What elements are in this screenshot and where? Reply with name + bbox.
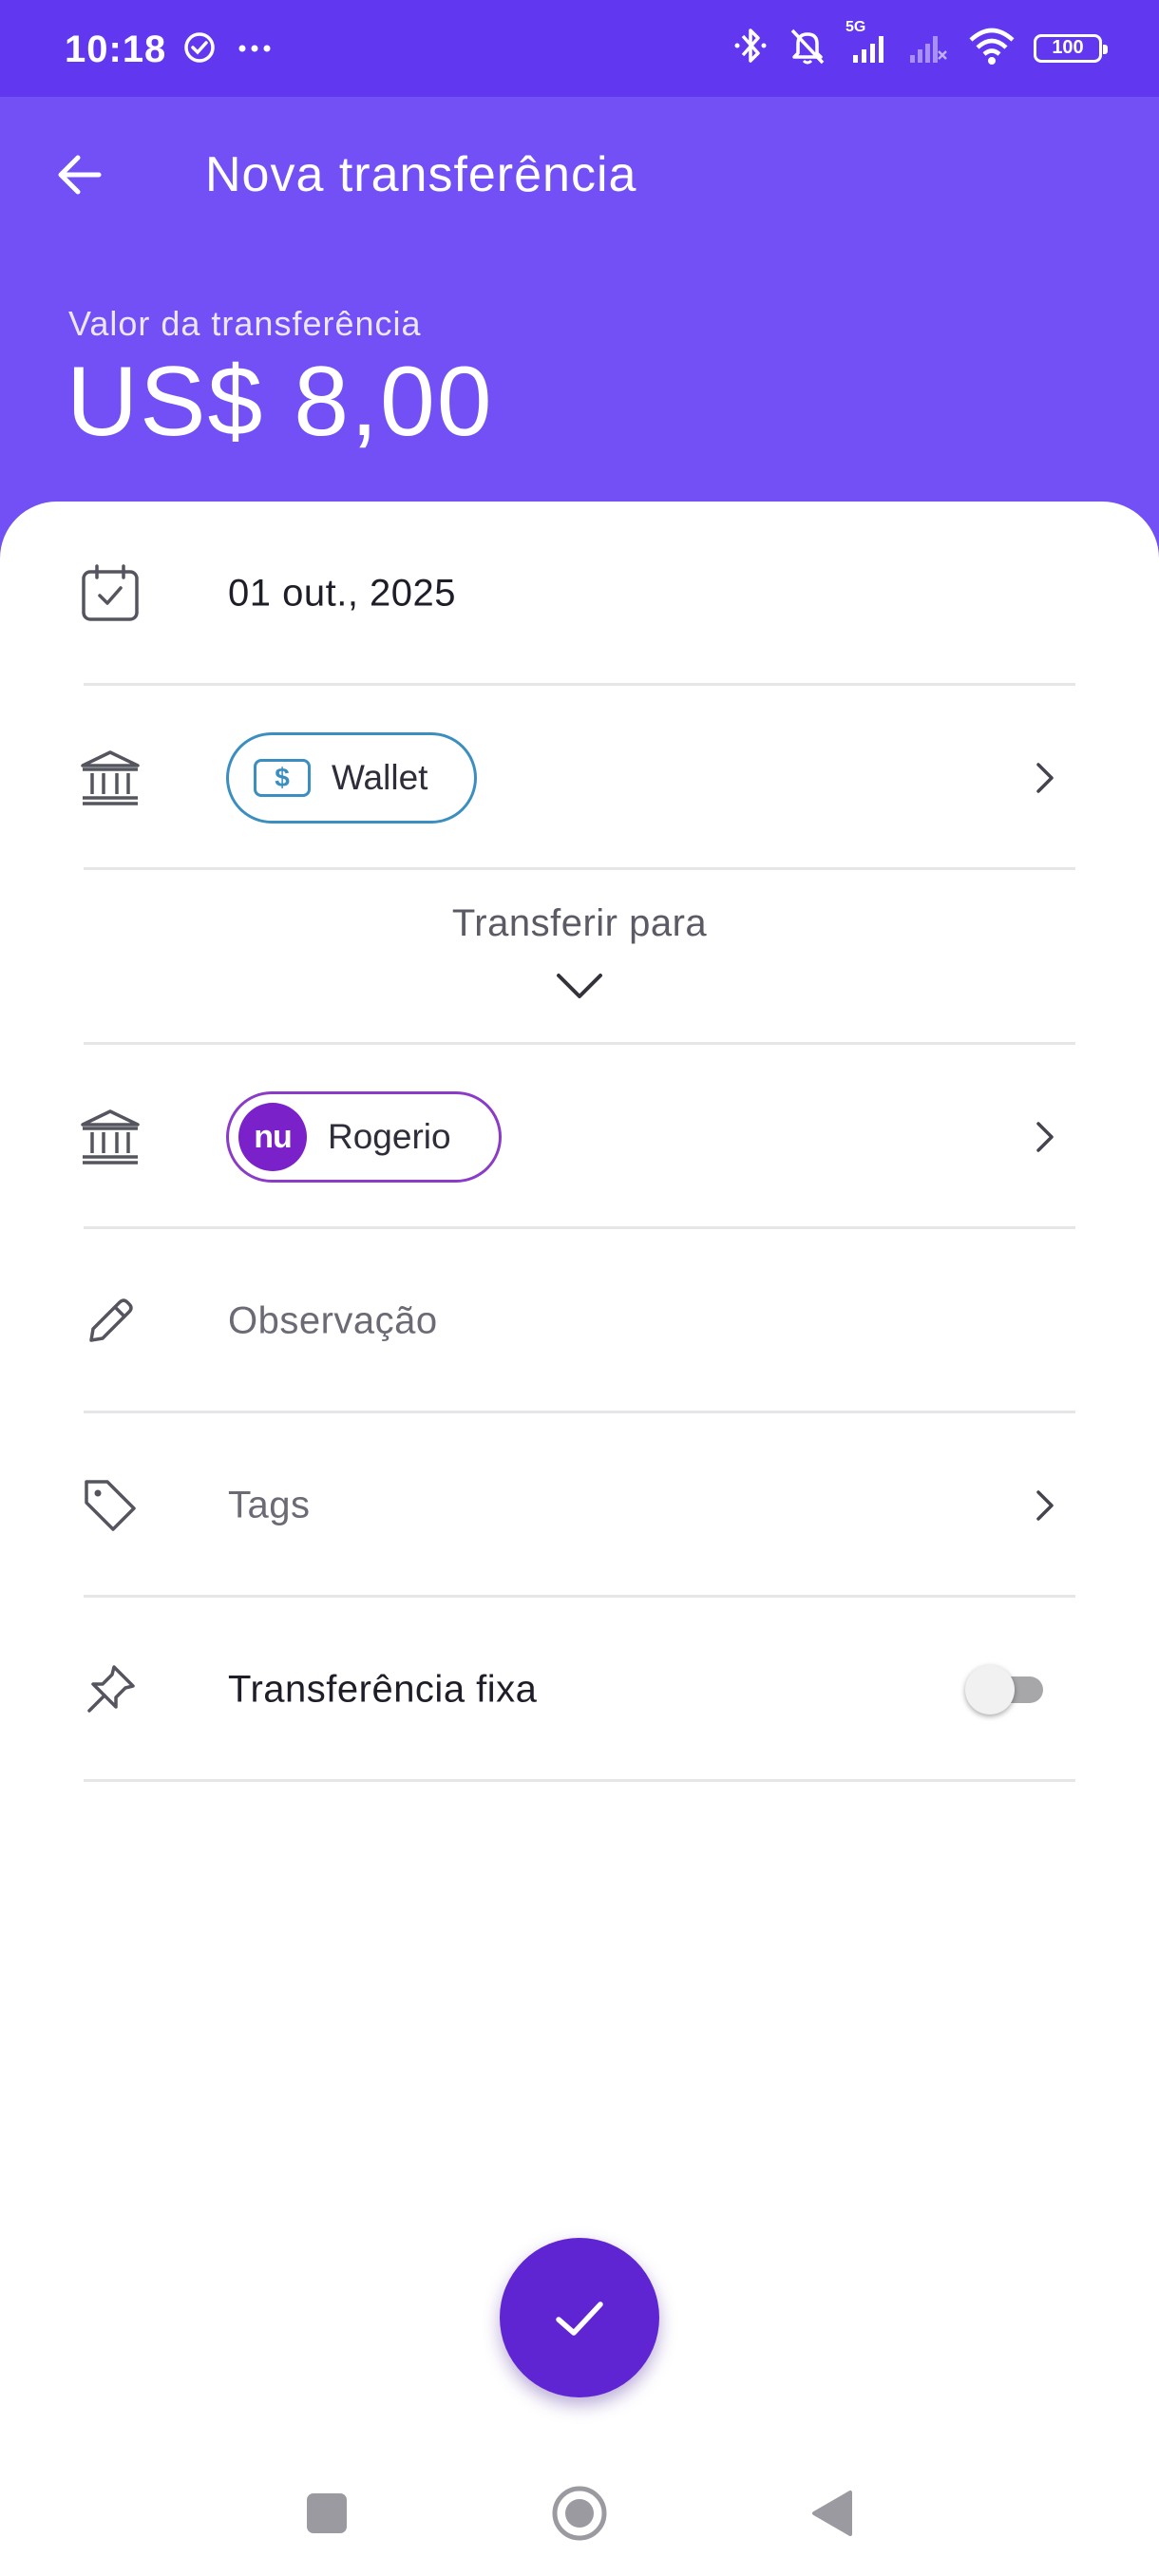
back-nav-button[interactable] xyxy=(798,2479,866,2548)
from-account-name: Wallet xyxy=(332,758,428,797)
tags-label: Tags xyxy=(228,1484,311,1526)
check-icon xyxy=(556,2301,603,2336)
amount-label: Valor da transferência xyxy=(68,304,422,343)
rogerio-chip[interactable]: nu Rogerio xyxy=(226,1091,502,1183)
battery-icon: 100 xyxy=(1034,33,1108,63)
to-account-row[interactable]: nu Rogerio xyxy=(0,1045,1159,1229)
page-title: Nova transferência xyxy=(205,147,637,202)
signal-icon: 5G xyxy=(846,19,889,71)
date-row[interactable]: 01 out., 2025 xyxy=(0,502,1159,686)
check-circle-icon xyxy=(182,30,217,69)
to-account-name: Rogerio xyxy=(328,1117,451,1156)
pin-icon xyxy=(76,1656,144,1724)
signal-empty-icon xyxy=(906,25,950,71)
chevron-right-icon xyxy=(1026,759,1064,797)
wifi-icon xyxy=(967,25,1016,71)
fixed-transfer-toggle[interactable] xyxy=(965,1665,1043,1714)
chevron-right-icon xyxy=(1026,1118,1064,1156)
fixed-transfer-row[interactable]: Transferência fixa xyxy=(0,1598,1159,1782)
bank-icon xyxy=(76,744,144,812)
amount-value[interactable]: US$ 8,00 xyxy=(66,346,494,459)
back-button[interactable] xyxy=(46,141,114,209)
chevron-right-icon xyxy=(1026,1487,1064,1525)
network-type: 5G xyxy=(846,19,866,35)
divider xyxy=(84,1779,1075,1782)
confirm-button[interactable] xyxy=(500,2238,659,2397)
more-dots-icon xyxy=(238,42,272,59)
nubank-avatar: nu xyxy=(238,1103,307,1171)
tag-icon xyxy=(76,1471,144,1540)
calendar-icon xyxy=(76,559,144,628)
status-right-icons: 5G 100 xyxy=(732,19,1108,71)
tags-row[interactable]: Tags xyxy=(0,1413,1159,1598)
toggle-thumb xyxy=(965,1665,1015,1714)
battery-level: 100 xyxy=(1052,37,1084,58)
home-button[interactable] xyxy=(545,2479,614,2548)
dollar-icon: $ xyxy=(254,759,311,797)
status-left-icons xyxy=(182,30,272,69)
wallet-chip[interactable]: $ Wallet xyxy=(226,732,477,824)
system-nav-bar xyxy=(0,2451,1159,2576)
bluetooth-icon xyxy=(732,25,770,71)
note-row[interactable]: Observação xyxy=(0,1229,1159,1413)
date-value: 01 out., 2025 xyxy=(228,572,457,615)
arrow-left-icon xyxy=(58,155,102,195)
recents-square-icon xyxy=(307,2493,347,2533)
pencil-icon xyxy=(76,1287,144,1355)
header: Nova transferência Valor da transferênci… xyxy=(0,97,1159,572)
transfer-to-label: Transferir para xyxy=(451,902,708,944)
recents-button[interactable] xyxy=(293,2479,361,2548)
transfer-to-section[interactable]: Transferir para xyxy=(0,870,1159,1045)
back-triangle-icon xyxy=(812,2491,852,2536)
chevron-down-icon xyxy=(551,965,608,1007)
mute-bell-icon xyxy=(787,25,828,71)
from-account-row[interactable]: $ Wallet xyxy=(0,686,1159,870)
home-circle-icon xyxy=(552,2486,607,2541)
fixed-transfer-label: Transferência fixa xyxy=(228,1668,538,1711)
status-time: 10:18 xyxy=(65,28,167,70)
status-bar: 10:18 5G 100 xyxy=(0,0,1159,97)
note-field[interactable]: Observação xyxy=(228,1300,438,1343)
bank-icon xyxy=(76,1103,144,1171)
